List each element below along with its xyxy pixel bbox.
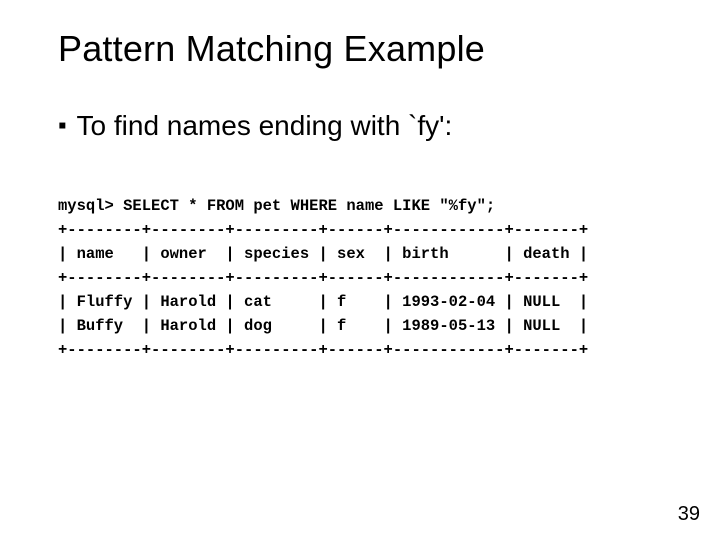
sql-output-block: mysql> SELECT * FROM pet WHERE name LIKE… (58, 170, 662, 386)
bullet-item: ▪ To find names ending with `fy': (58, 110, 662, 142)
code-line: | name | owner | species | sex | birth |… (58, 245, 588, 263)
page-number: 39 (678, 503, 700, 526)
code-line: | Fluffy | Harold | cat | f | 1993-02-04… (58, 293, 588, 311)
bullet-text: To find names ending with `fy': (77, 110, 453, 142)
code-line: +--------+--------+---------+------+----… (58, 269, 588, 287)
bullet-square-icon: ▪ (58, 110, 67, 142)
code-line: | Buffy | Harold | dog | f | 1989-05-13 … (58, 317, 588, 335)
code-line: +--------+--------+---------+------+----… (58, 221, 588, 239)
code-line: +--------+--------+---------+------+----… (58, 341, 588, 359)
code-line: mysql> SELECT * FROM pet WHERE name LIKE… (58, 197, 495, 215)
slide-title: Pattern Matching Example (58, 28, 662, 70)
slide: Pattern Matching Example ▪ To find names… (0, 0, 720, 540)
